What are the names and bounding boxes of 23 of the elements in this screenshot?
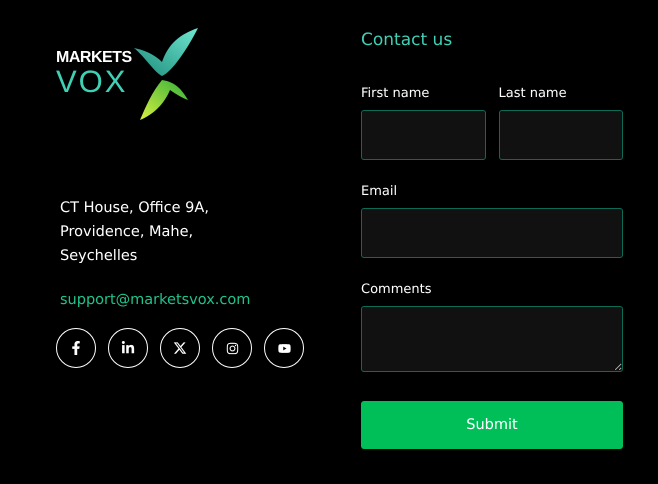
instagram-link[interactable]: [212, 328, 252, 368]
linkedin-icon: [121, 341, 135, 355]
email-link[interactable]: support@marketsvox.com: [60, 292, 250, 308]
field-label: Email: [361, 184, 398, 200]
leaf-logo-icon: [132, 28, 200, 120]
linkedin-link[interactable]: [108, 328, 148, 368]
field-label: Comments: [361, 282, 432, 298]
facebook-link[interactable]: [56, 328, 96, 368]
x-icon: [173, 341, 187, 355]
brand-name: MARKETS: [56, 48, 132, 68]
form-title: Contact us: [361, 30, 454, 50]
youtube-link[interactable]: [264, 328, 304, 368]
field-label: First name: [361, 86, 430, 102]
instagram-icon: [226, 342, 238, 354]
brand-name: VOX: [56, 68, 128, 96]
youtube-icon: [278, 342, 290, 354]
address-text: CT House, Office 9A, Providence, Mahe, Seychelles: [60, 199, 210, 266]
input-field[interactable]: [361, 208, 623, 258]
field-label: Last name: [498, 86, 568, 102]
comments-field[interactable]: [361, 306, 623, 372]
x-link[interactable]: [160, 328, 200, 368]
input-field[interactable]: [361, 110, 486, 160]
input-field[interactable]: [498, 110, 623, 160]
